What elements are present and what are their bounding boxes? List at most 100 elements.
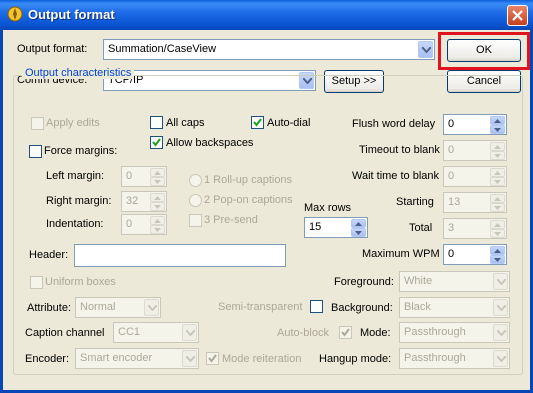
spin-down-icon[interactable]	[490, 255, 505, 264]
mode-select[interactable]: Passthrough	[399, 322, 510, 343]
left-margin-value: 0	[126, 170, 133, 182]
allow-backspaces-label: Allow backspaces	[166, 137, 254, 149]
spin-down-icon[interactable]	[490, 125, 505, 134]
spin-down-icon[interactable]	[490, 203, 505, 212]
pop-on-radio[interactable]	[189, 194, 202, 207]
window-title: Output format	[28, 7, 115, 22]
encoder-label: Encoder:	[25, 353, 70, 365]
flush-word-delay-label: Flush word delay	[352, 118, 436, 130]
spin-up-icon[interactable]	[490, 220, 505, 229]
dropdown-arrow-icon[interactable]	[182, 350, 197, 367]
encoder-value: Smart encoder	[80, 352, 153, 364]
spin-down-icon[interactable]	[351, 228, 366, 237]
caption-channel-value: CC1	[118, 326, 141, 338]
dropdown-arrow-icon[interactable]	[493, 273, 508, 290]
spin-up-icon[interactable]	[351, 219, 366, 228]
starting-value: 13	[448, 196, 461, 208]
max-rows-spinner[interactable]: 15	[304, 217, 368, 238]
auto-block-checkbox[interactable]	[339, 326, 352, 339]
caption-channel-select[interactable]: CC1	[113, 322, 199, 343]
dropdown-arrow-icon[interactable]	[182, 324, 197, 341]
background-value: Black	[404, 301, 431, 313]
maximum-wpm-label: Maximum WPM	[362, 248, 440, 260]
auto-block-label: Auto-block	[277, 327, 329, 339]
timeout-to-blank-value: 0	[448, 144, 455, 156]
flush-word-delay-spinner[interactable]: 0	[443, 114, 507, 135]
spin-down-icon[interactable]	[150, 202, 165, 211]
mode-reiteration-checkbox[interactable]	[206, 352, 219, 365]
spin-up-icon[interactable]	[490, 116, 505, 125]
spin-up-icon[interactable]	[490, 246, 505, 255]
dropdown-arrow-icon[interactable]	[493, 299, 508, 316]
timeout-to-blank-label: Timeout to blank	[359, 144, 440, 156]
auto-dial-checkbox[interactable]	[251, 116, 264, 129]
uniform-boxes-checkbox[interactable]	[30, 276, 43, 289]
left-margin-spinner[interactable]: 0	[121, 166, 167, 187]
dropdown-arrow-icon[interactable]	[418, 41, 433, 58]
dropdown-arrow-icon[interactable]	[144, 299, 159, 316]
spin-up-icon[interactable]	[490, 142, 505, 151]
right-margin-label: Right margin:	[46, 195, 112, 207]
indentation-value: 0	[126, 218, 133, 230]
spin-up-icon[interactable]	[490, 168, 505, 177]
header-input[interactable]	[74, 244, 286, 267]
indentation-spinner[interactable]: 0	[121, 214, 167, 235]
dropdown-arrow-icon[interactable]	[493, 350, 508, 367]
spin-down-icon[interactable]	[490, 229, 505, 238]
output-format-select[interactable]: Summation/CaseView	[103, 39, 435, 60]
foreground-select[interactable]: White	[399, 271, 510, 292]
spin-down-icon[interactable]	[490, 151, 505, 160]
starting-spinner[interactable]: 13	[443, 192, 507, 213]
header-label: Header:	[29, 249, 69, 261]
spin-down-icon[interactable]	[150, 177, 165, 186]
attribute-select[interactable]: Normal	[75, 297, 161, 318]
spin-up-icon[interactable]	[150, 216, 165, 225]
auto-dial-label: Auto-dial	[267, 117, 311, 129]
spin-up-icon[interactable]	[150, 193, 165, 202]
right-margin-value: 32	[126, 195, 139, 207]
check-icon	[253, 118, 262, 127]
hangup-mode-select[interactable]: Passthrough	[399, 348, 510, 369]
semi-transparent-checkbox[interactable]	[310, 300, 323, 313]
indentation-label: Indentation:	[46, 218, 104, 230]
max-rows-label: Max rows	[304, 202, 352, 214]
attribute-value: Normal	[80, 301, 116, 313]
all-caps-checkbox[interactable]	[150, 116, 163, 129]
maximum-wpm-value: 0	[448, 248, 455, 260]
mode-reiteration-label: Mode reiteration	[222, 353, 302, 365]
roll-up-radio[interactable]	[189, 174, 202, 187]
spin-down-icon[interactable]	[150, 225, 165, 234]
pop-on-label: 2 Pop-on captions	[204, 194, 293, 206]
spin-up-icon[interactable]	[490, 194, 505, 203]
encoder-select[interactable]: Smart encoder	[75, 348, 199, 369]
pre-send-checkbox[interactable]	[189, 214, 202, 227]
right-margin-spinner[interactable]: 32	[121, 191, 167, 212]
wait-time-to-blank-label: Wait time to blank	[352, 170, 440, 182]
wait-time-to-blank-spinner[interactable]: 0	[443, 166, 507, 187]
flush-word-delay-value: 0	[448, 118, 455, 130]
starting-label: Starting	[396, 196, 434, 208]
group-label: Output characteristics	[22, 67, 135, 79]
wait-time-to-blank-value: 0	[448, 170, 455, 182]
spin-down-icon[interactable]	[490, 177, 505, 186]
apply-edits-checkbox[interactable]	[31, 117, 44, 130]
total-value: 3	[448, 222, 455, 234]
check-icon	[152, 138, 161, 147]
total-label: Total	[409, 222, 433, 234]
allow-backspaces-checkbox[interactable]	[150, 136, 163, 149]
attribute-label: Attribute:	[27, 302, 72, 314]
force-margins-checkbox[interactable]	[29, 145, 42, 158]
foreground-label: Foreground:	[334, 276, 394, 288]
caption-channel-label: Caption channel	[25, 327, 105, 339]
ok-highlight-box	[438, 32, 530, 70]
apply-edits-label: Apply edits	[46, 117, 100, 129]
close-button[interactable]	[507, 5, 528, 26]
spin-up-icon[interactable]	[150, 168, 165, 177]
maximum-wpm-spinner[interactable]: 0	[443, 244, 507, 265]
background-select[interactable]: Black	[399, 297, 510, 318]
timeout-to-blank-spinner[interactable]: 0	[443, 140, 507, 161]
uniform-boxes-label: Uniform boxes	[45, 276, 116, 288]
total-spinner[interactable]: 3	[443, 218, 507, 239]
hangup-mode-label: Hangup mode:	[319, 353, 392, 365]
dropdown-arrow-icon[interactable]	[493, 324, 508, 341]
